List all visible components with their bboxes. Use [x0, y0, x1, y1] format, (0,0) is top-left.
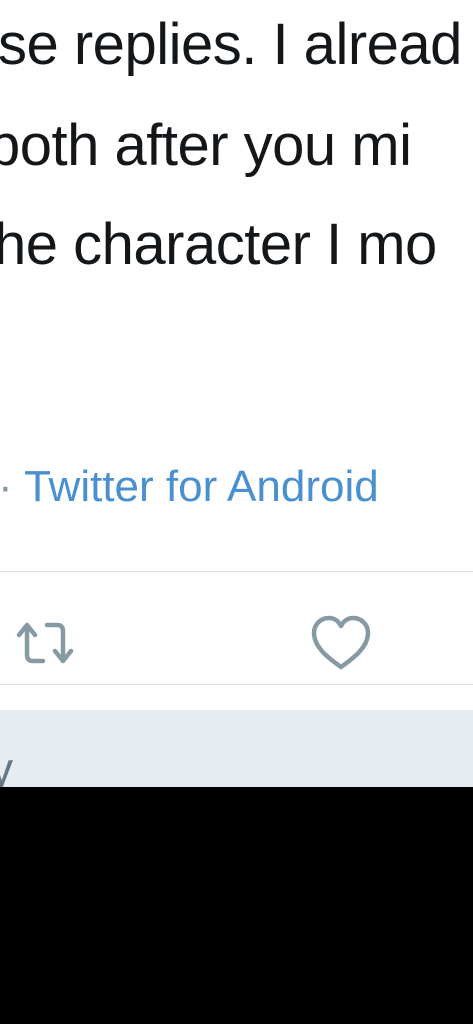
tweet-source-row: · Twitter for Android [0, 465, 379, 509]
tweet-text-line: se replies. I alread [0, 12, 462, 77]
tweet-text-line: both after you mi [0, 113, 412, 178]
divider [0, 684, 473, 685]
reply-bar-text: y [0, 743, 13, 787]
screen: se replies. I alread both after you mi h… [0, 0, 473, 1024]
divider [0, 571, 473, 572]
retweet-icon [16, 622, 74, 664]
like-button[interactable] [308, 610, 374, 676]
tweet-text-line: he character I mo [0, 212, 437, 277]
retweet-button[interactable] [12, 610, 78, 676]
reply-bar[interactable]: y [0, 710, 473, 787]
source-separator: · [0, 462, 13, 511]
source-link[interactable]: Twitter for Android [24, 462, 379, 511]
heart-icon [311, 615, 371, 670]
tweet-detail-card: se replies. I alread both after you mi h… [0, 0, 473, 710]
